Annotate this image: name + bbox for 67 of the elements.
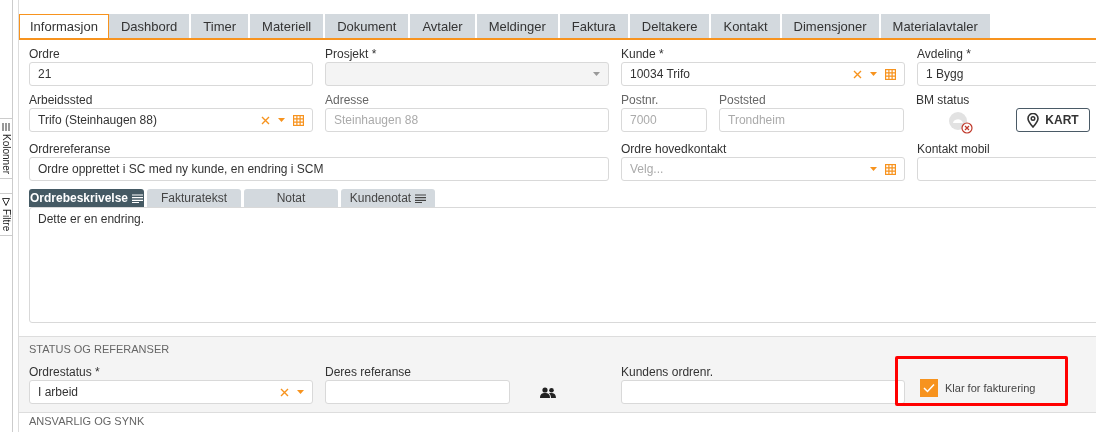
tab[interactable]: Avtaler (410, 14, 477, 38)
checkbox-label: Klar for fakturering (945, 382, 1036, 394)
field-label: Deres referanse (325, 364, 413, 380)
tab[interactable]: Materialavtaler (880, 14, 992, 38)
input-field[interactable] (621, 380, 905, 404)
section-title: STATUS OG REFERANSER (29, 342, 171, 356)
grid-icon[interactable] (885, 163, 896, 175)
field-label: Postnr. (621, 92, 660, 108)
tab[interactable]: Kontakt (711, 14, 782, 38)
caret-icon[interactable] (593, 72, 600, 76)
input-field[interactable]: 10034 Trifo (621, 62, 905, 86)
status-error-icon (948, 111, 974, 135)
field-label: Avdeling * (917, 46, 972, 62)
field-label: Prosjekt * (325, 46, 378, 62)
grid-icon[interactable] (293, 114, 304, 126)
caret-icon[interactable] (870, 72, 877, 76)
editor-tab[interactable]: Ordrebeskrivelse (29, 189, 144, 207)
editor-tab[interactable]: Kundenotat (341, 189, 435, 207)
tab[interactable]: Dimensjoner (781, 14, 881, 38)
field-label: Kontakt mobil (917, 141, 991, 157)
grid-icon[interactable] (885, 68, 896, 80)
check-icon (923, 383, 935, 393)
tab[interactable]: Faktura (559, 14, 630, 38)
caret-icon[interactable] (278, 118, 285, 122)
lines-icon (415, 193, 427, 203)
text-area[interactable]: Dette er en endring. (29, 207, 1096, 323)
side-tab[interactable]: Kolonner (0, 118, 12, 180)
editor-tab[interactable]: Fakturatekst (147, 189, 241, 207)
checkbox[interactable] (920, 379, 938, 397)
field-label: Ordre hovedkontakt (621, 141, 728, 157)
caret-icon[interactable] (297, 390, 304, 394)
field-label: Ordrereferanse (29, 141, 112, 157)
people-icon[interactable] (540, 387, 556, 398)
tab[interactable]: Meldinger (476, 14, 560, 38)
clear-icon[interactable] (853, 69, 862, 79)
input-field[interactable] (325, 380, 510, 404)
field-label: Kunde * (621, 46, 665, 62)
field-label: Ordrestatus * (29, 364, 101, 380)
section-title: ANSVARLIG OG SYNK (28, 415, 146, 427)
side-tab[interactable]: Filtre (0, 193, 12, 237)
tab[interactable]: Informasjon (19, 14, 109, 38)
tab[interactable]: Materiell (250, 14, 326, 38)
filter-icon (2, 198, 10, 207)
tab[interactable]: Timer (191, 14, 251, 38)
lines-icon (132, 193, 144, 203)
caret-icon[interactable] (870, 167, 877, 171)
tab[interactable]: Dashbord (108, 14, 192, 38)
tab[interactable]: Deltakere (629, 14, 712, 38)
field-label: BM status (916, 92, 971, 108)
tab[interactable]: Dokument (325, 14, 411, 38)
map-pin-icon (1027, 112, 1040, 128)
field-label: Adresse (325, 92, 371, 108)
input-field[interactable]: Ordre opprettet i SC med ny kunde, en endring i SCM (29, 157, 609, 181)
field-label: Kundens ordrenr. (621, 364, 715, 380)
field-label: Arbeidssted (29, 92, 94, 108)
clear-icon[interactable] (280, 387, 289, 397)
field-label: Ordre (29, 46, 61, 62)
input-field[interactable]: 1 Bygg (917, 62, 1096, 86)
columns-icon (2, 123, 10, 131)
editor-tab[interactable]: Notat (244, 189, 338, 207)
input-field[interactable]: Trifo (Steinhaugen 88) (29, 108, 313, 132)
map-button[interactable]: KART (1016, 108, 1090, 132)
input-field[interactable]: 21 (29, 62, 313, 86)
input-field[interactable]: I arbeid (29, 380, 313, 404)
field-label: Poststed (719, 92, 767, 108)
input-field[interactable] (325, 62, 609, 86)
clear-icon[interactable] (261, 115, 270, 125)
